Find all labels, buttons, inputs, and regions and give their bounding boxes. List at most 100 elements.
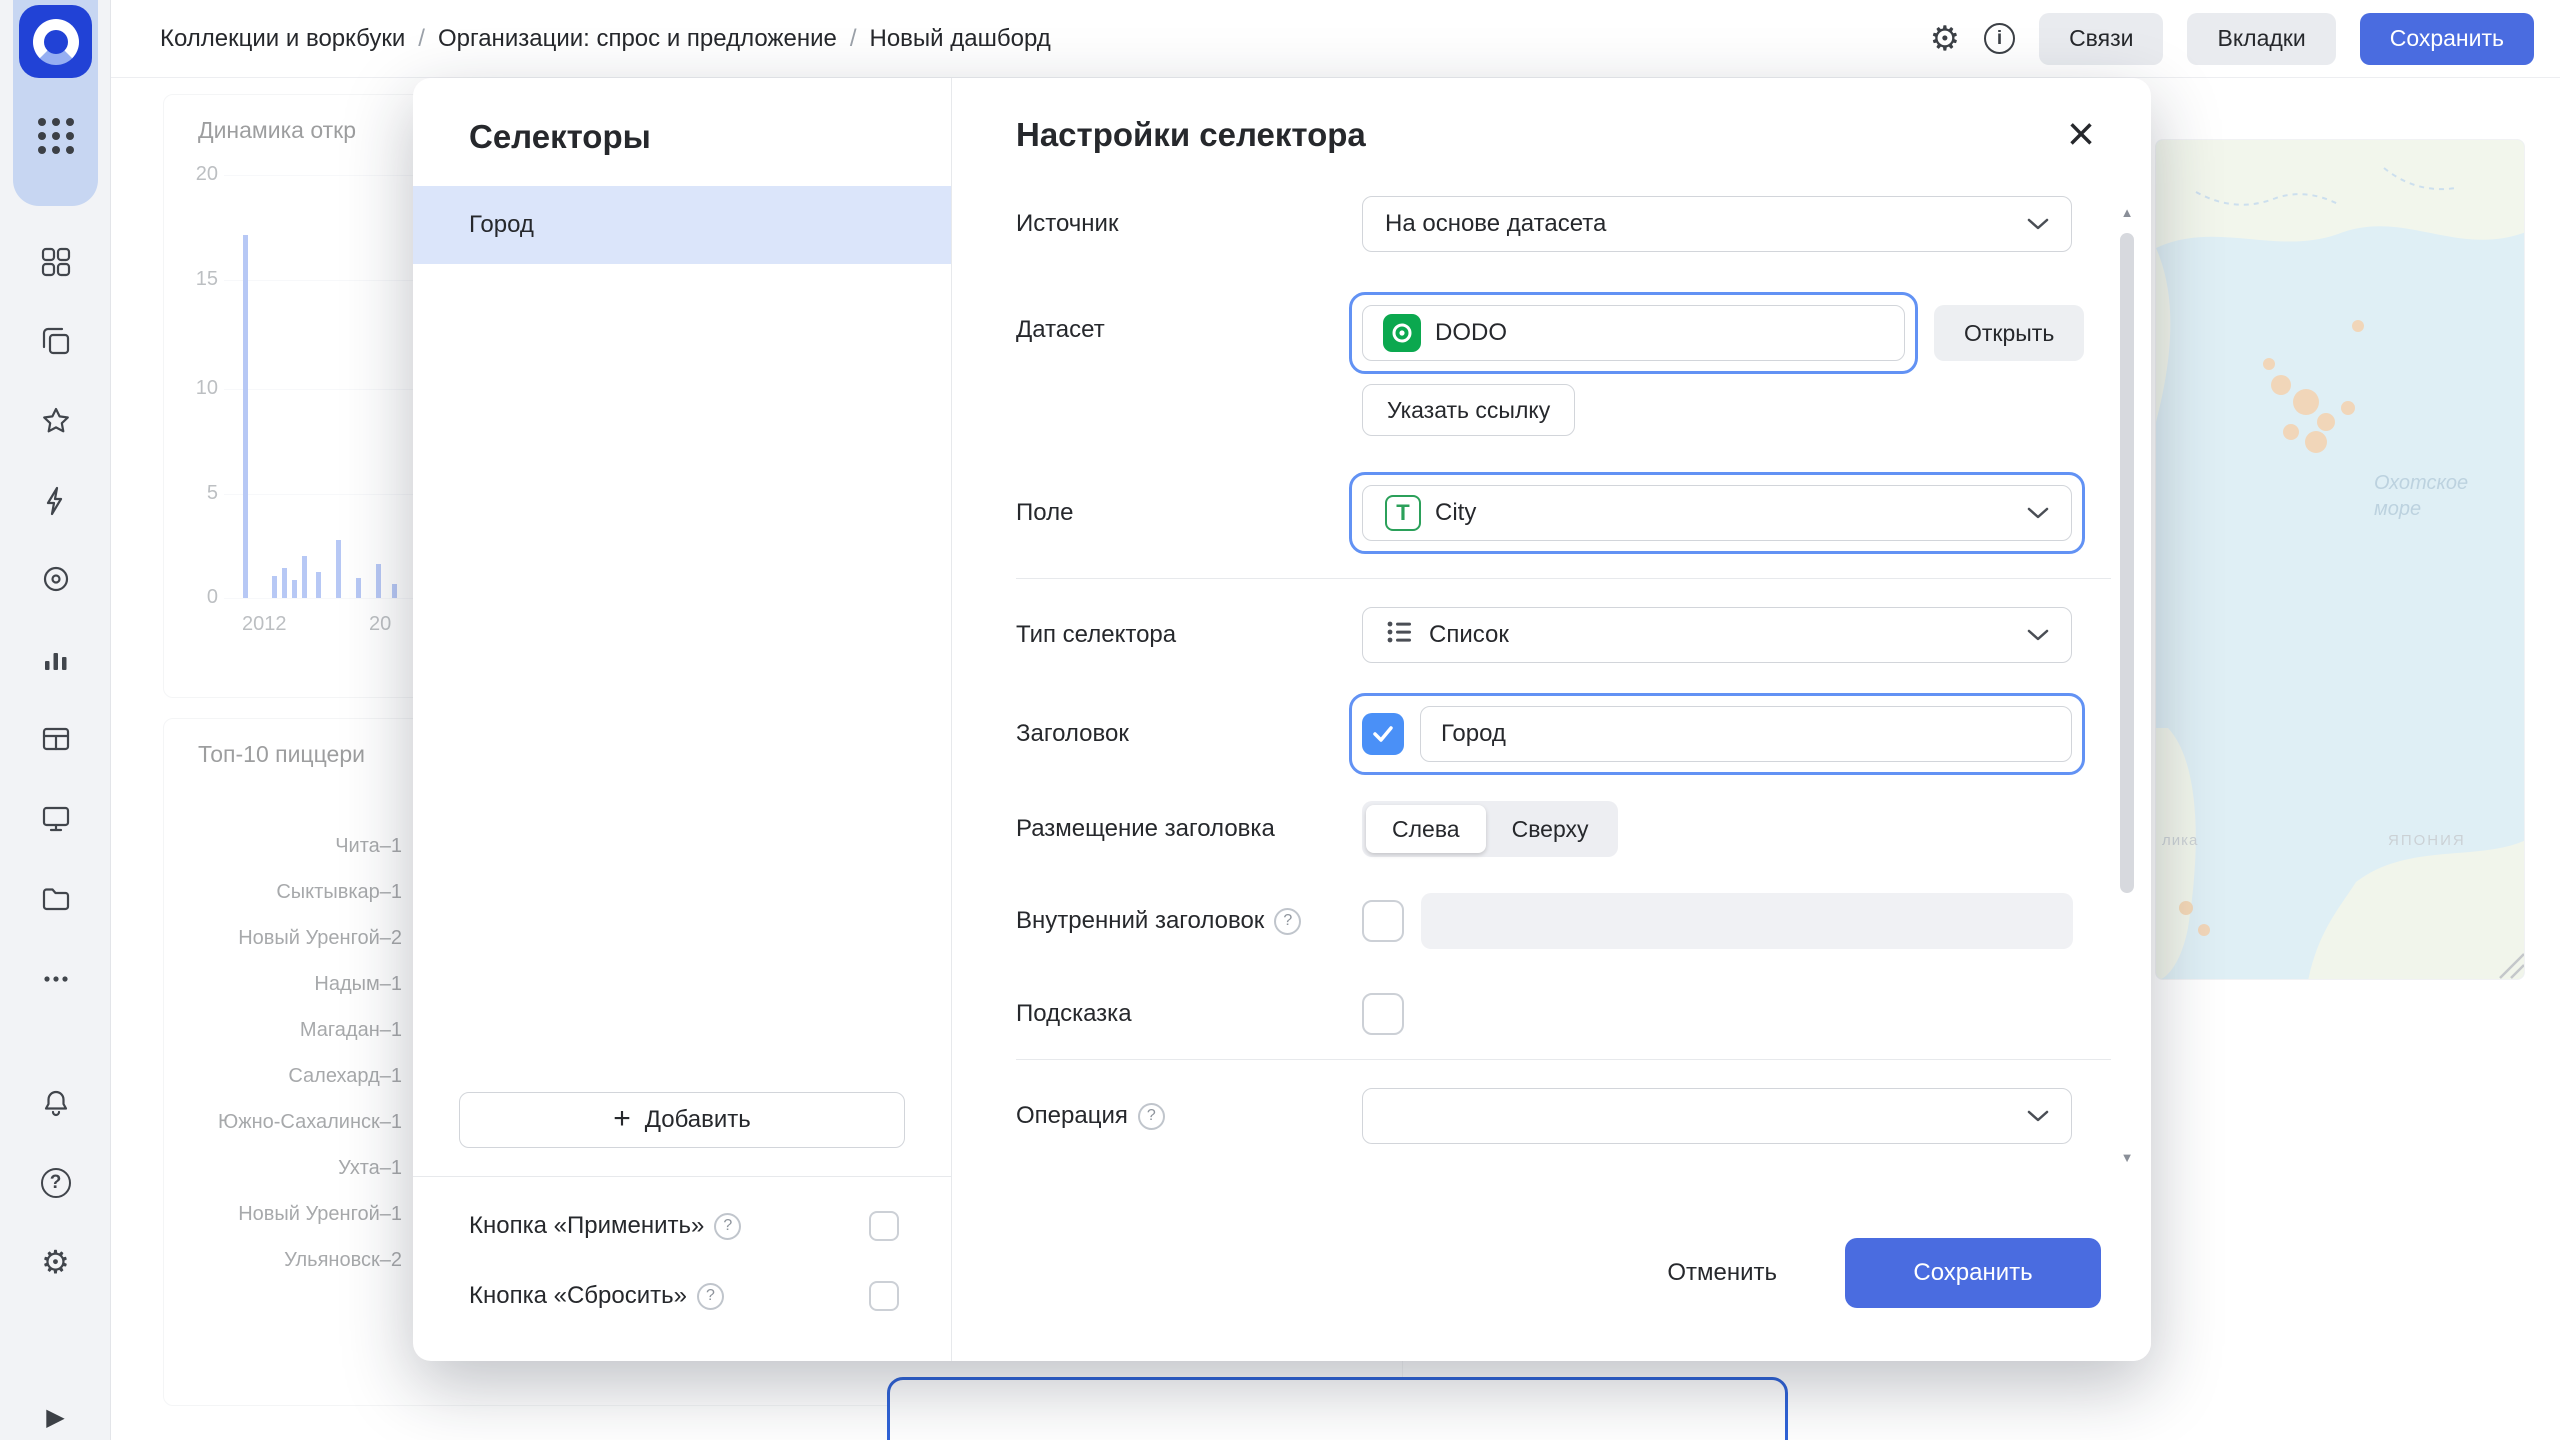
- form-divider: [1016, 1059, 2111, 1060]
- dataset-label: Датасет: [1016, 292, 1362, 344]
- add-selector-label: Добавить: [645, 1106, 751, 1134]
- operation-label-wrap: Операция ?: [1016, 1102, 1362, 1130]
- info-button[interactable]: i: [1984, 23, 2015, 54]
- help-icon: ?: [41, 1168, 71, 1198]
- selected-selector-widget[interactable]: [887, 1377, 1788, 1440]
- sidebar-item-collections[interactable]: [0, 324, 111, 358]
- sidebar-item-dashboards[interactable]: [0, 245, 111, 279]
- ellipsis-icon: [40, 963, 72, 995]
- title-input[interactable]: Город: [1420, 706, 2072, 762]
- close-dialog-button[interactable]: ×: [2067, 116, 2095, 154]
- placement-top-option[interactable]: Сверху: [1486, 805, 1615, 853]
- sidebar-item-help[interactable]: ?: [0, 1166, 111, 1200]
- source-row: Источник На основе датасета: [1016, 196, 2111, 252]
- inner-title-input[interactable]: [1421, 893, 2073, 949]
- inner-title-checkbox[interactable]: [1362, 900, 1404, 942]
- sidebar-item-tables[interactable]: [0, 722, 111, 756]
- panel-divider: [413, 1176, 951, 1177]
- breadcrumb-workbook[interactable]: Организации: спрос и предложение: [438, 25, 837, 53]
- datalens-logo-icon: [33, 19, 79, 65]
- scrollbar-thumb[interactable]: [2120, 233, 2134, 893]
- help-icon[interactable]: ?: [1138, 1103, 1165, 1130]
- links-button[interactable]: Связи: [2039, 13, 2163, 65]
- scroll-down-icon[interactable]: ▼: [2121, 1151, 2134, 1164]
- sidebar-item-quick-actions[interactable]: [0, 484, 111, 518]
- title-checkbox[interactable]: [1362, 713, 1404, 755]
- selector-type-label: Тип селектора: [1016, 621, 1362, 649]
- list-type-icon: [1385, 617, 1415, 654]
- operation-select[interactable]: [1362, 1088, 2072, 1144]
- sidebar-item-more[interactable]: [0, 962, 111, 996]
- bar-chart-icon: [40, 643, 72, 675]
- gear-icon: ⚙: [1930, 22, 1960, 56]
- dataset-icon: [1383, 314, 1421, 352]
- plus-icon: +: [613, 1104, 631, 1134]
- settings-form: Источник На основе датасета Датасет: [952, 180, 2151, 1184]
- sidebar-item-favorites[interactable]: [0, 404, 111, 438]
- topbar-actions: ⚙ i Связи Вкладки Сохранить: [1930, 13, 2534, 65]
- operation-label: Операция: [1016, 1102, 1128, 1130]
- settings-button[interactable]: ⚙: [1930, 22, 1960, 56]
- inner-title-row: Внутренний заголовок ?: [1016, 893, 2111, 949]
- help-icon[interactable]: ?: [697, 1283, 724, 1310]
- apply-button-checkbox[interactable]: [869, 1211, 899, 1241]
- breadcrumb-collections[interactable]: Коллекции и воркбуки: [160, 25, 405, 53]
- add-selector-button[interactable]: + Добавить: [459, 1092, 905, 1148]
- selector-list-item-gorod[interactable]: Город: [413, 186, 951, 264]
- title-row: Заголовок Город: [1016, 693, 2111, 775]
- dataset-select[interactable]: DODO: [1362, 305, 1905, 361]
- settings-header: Настройки селектора ×: [952, 78, 2151, 180]
- save-dashboard-button[interactable]: Сохранить: [2360, 13, 2534, 65]
- source-select[interactable]: На основе датасета: [1362, 196, 2072, 252]
- selector-type-row: Тип селектора Список: [1016, 607, 2111, 663]
- sidebar-item-settings[interactable]: ⚙: [0, 1245, 111, 1279]
- sidebar-item-storage[interactable]: [0, 882, 111, 916]
- star-icon: [40, 405, 72, 437]
- table-icon: [40, 723, 72, 755]
- settings-title: Настройки селектора: [1016, 116, 1366, 154]
- scroll-up-icon[interactable]: ▲: [2121, 206, 2134, 219]
- tabs-button[interactable]: Вкладки: [2187, 13, 2335, 65]
- app-root: ? ⚙ ▶ Коллекции и воркбуки / Организации…: [0, 0, 2560, 1440]
- open-dataset-button[interactable]: Открыть: [1934, 305, 2084, 361]
- field-select[interactable]: T City: [1362, 485, 2072, 541]
- sidebar-item-monitoring[interactable]: [0, 562, 111, 596]
- selector-settings-dialog: Селекторы Город + Добавить Кнопка «Приме…: [413, 78, 2151, 1361]
- lightning-icon: [40, 485, 72, 517]
- cancel-button[interactable]: Отменить: [1655, 1259, 1789, 1287]
- inner-title-controls: [1362, 893, 2073, 949]
- dialog-scrollbar[interactable]: ▲ ▼: [2117, 206, 2137, 1164]
- placement-left-option[interactable]: Слева: [1366, 805, 1486, 853]
- field-value: City: [1435, 499, 1476, 527]
- breadcrumb: Коллекции и воркбуки / Организации: спро…: [160, 25, 1051, 53]
- left-sidebar: ? ⚙ ▶: [0, 0, 111, 1440]
- topbar: Коллекции и воркбуки / Организации: спро…: [111, 0, 2560, 78]
- string-field-type-icon: T: [1385, 495, 1421, 531]
- monitor-icon: [40, 803, 72, 835]
- selector-type-select[interactable]: Список: [1362, 607, 2072, 663]
- help-icon[interactable]: ?: [714, 1213, 741, 1240]
- help-icon[interactable]: ?: [1274, 908, 1301, 935]
- chevron-down-icon: [2027, 499, 2049, 527]
- bell-icon: [40, 1087, 72, 1119]
- inner-title-label: Внутренний заголовок: [1016, 907, 1264, 935]
- operation-row: Операция ?: [1016, 1088, 2111, 1144]
- dataset-row: Датасет DODO Открыть: [1016, 292, 2111, 436]
- sidebar-item-charts[interactable]: [0, 642, 111, 676]
- gear-icon: ⚙: [41, 1246, 70, 1278]
- title-value: Город: [1441, 720, 1506, 748]
- hint-label: Подсказка: [1016, 1000, 1362, 1028]
- datalens-logo[interactable]: [19, 5, 92, 78]
- reset-button-checkbox[interactable]: [869, 1281, 899, 1311]
- title-highlight: Город: [1349, 693, 2085, 775]
- dataset-controls: DODO Открыть Указать ссылку: [1362, 292, 2084, 436]
- hint-checkbox[interactable]: [1362, 993, 1404, 1035]
- sidebar-item-presentations[interactable]: [0, 802, 111, 836]
- sidebar-item-notifications[interactable]: [0, 1086, 111, 1120]
- save-selector-button[interactable]: Сохранить: [1845, 1238, 2101, 1308]
- apps-grid-button[interactable]: [13, 118, 98, 154]
- specify-link-button[interactable]: Указать ссылку: [1362, 384, 1575, 436]
- breadcrumb-separator: /: [418, 25, 425, 53]
- sidebar-expand-button[interactable]: ▶: [0, 1403, 111, 1432]
- collections-icon: [40, 325, 72, 357]
